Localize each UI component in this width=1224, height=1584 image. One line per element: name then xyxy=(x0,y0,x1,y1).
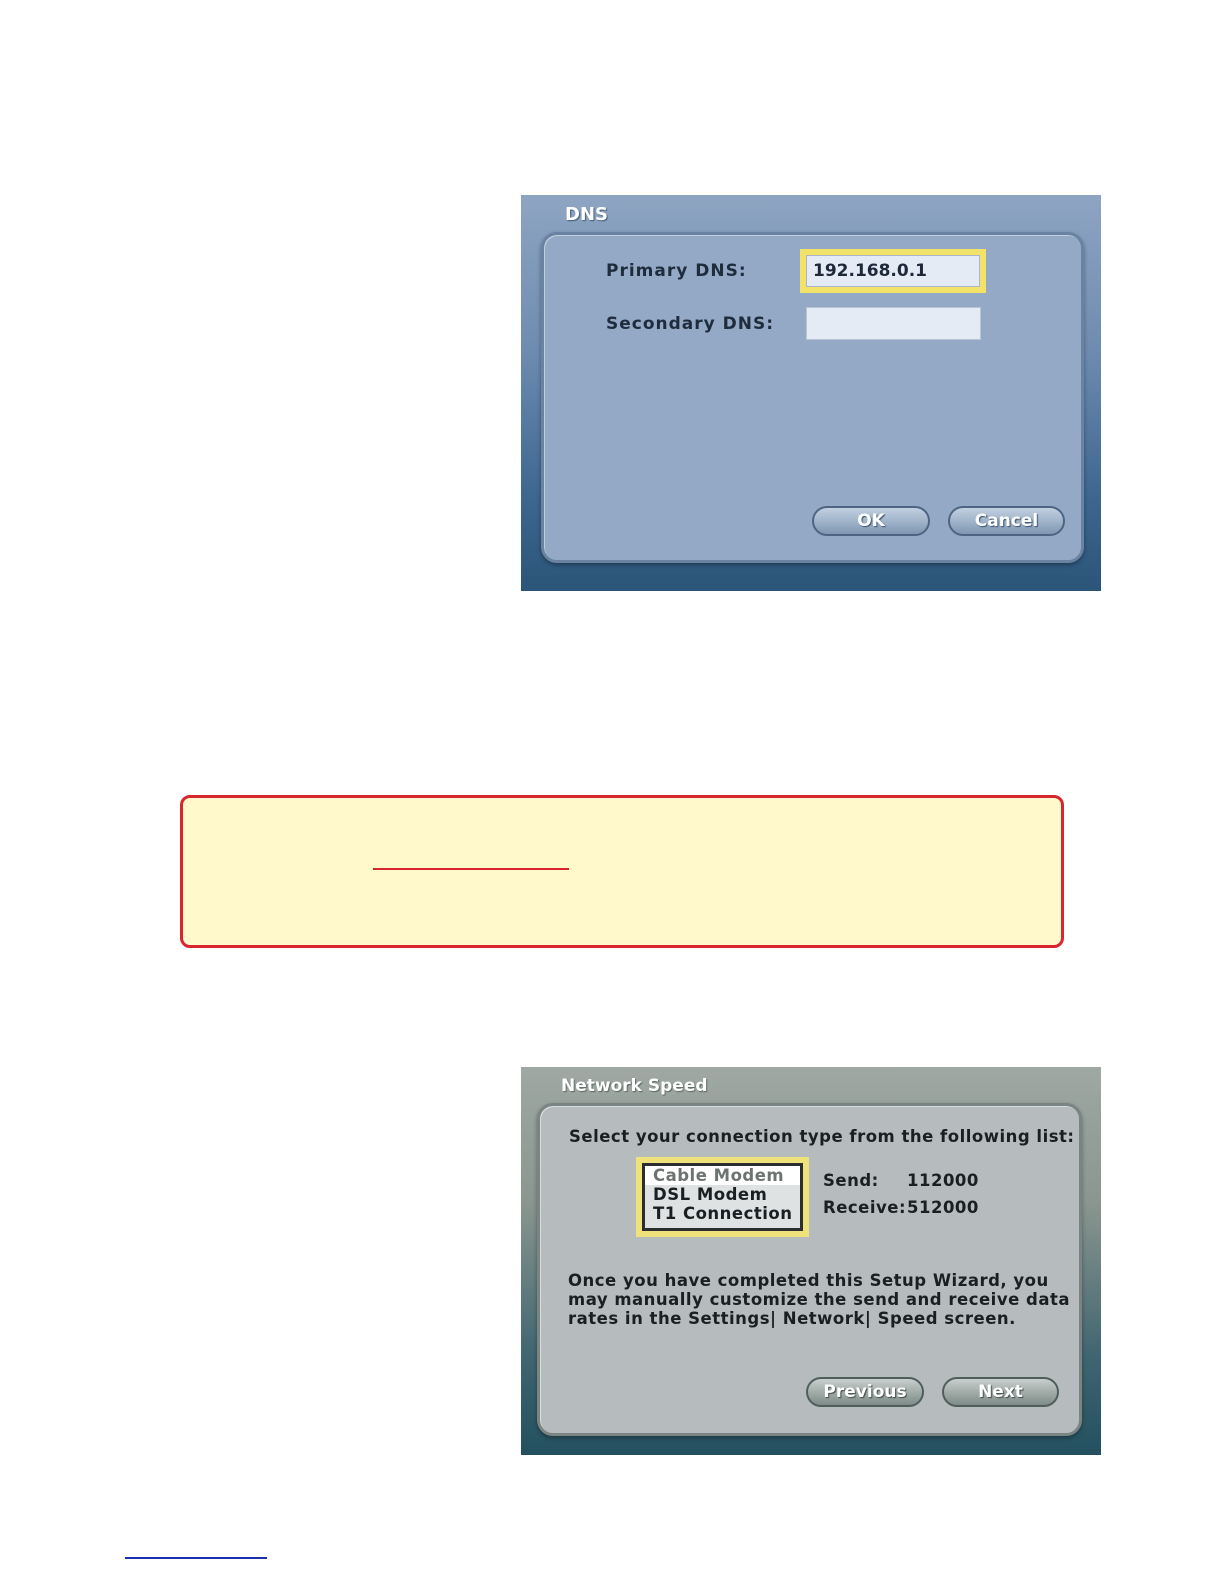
network-speed-title: Network Speed xyxy=(561,1076,708,1096)
connection-list-focus-ring: Cable Modem DSL Modem T1 Connection xyxy=(636,1157,809,1237)
previous-button[interactable]: Previous xyxy=(806,1377,924,1407)
secondary-dns-input[interactable] xyxy=(806,307,981,340)
note-underline xyxy=(373,868,569,870)
list-item-dsl-modem[interactable]: DSL Modem xyxy=(645,1185,800,1204)
network-speed-panel: Select your connection type from the fol… xyxy=(537,1103,1082,1436)
note-box xyxy=(180,795,1064,948)
primary-dns-label: Primary DNS: xyxy=(606,261,747,281)
info-text-line-1: Once you have completed this Setup Wizar… xyxy=(568,1271,1049,1290)
receive-label: Receive: xyxy=(823,1198,907,1217)
send-label: Send: xyxy=(823,1171,879,1190)
dns-dialog-panel: Primary DNS: 192.168.0.1 Secondary DNS: … xyxy=(541,232,1084,563)
footer-rule xyxy=(125,1557,267,1559)
dns-dialog: DNS Primary DNS: 192.168.0.1 Secondary D… xyxy=(521,195,1101,591)
secondary-dns-label: Secondary DNS: xyxy=(606,314,775,334)
receive-value: 512000 xyxy=(907,1198,979,1217)
cancel-button[interactable]: Cancel xyxy=(948,506,1065,536)
connection-instruction: Select your connection type from the fol… xyxy=(569,1127,1075,1146)
primary-dns-input[interactable]: 192.168.0.1 xyxy=(806,255,980,287)
primary-dns-focus-ring: 192.168.0.1 xyxy=(800,249,986,293)
dns-dialog-title: DNS xyxy=(565,204,608,225)
list-item-t1-connection[interactable]: T1 Connection xyxy=(645,1204,800,1223)
send-value: 112000 xyxy=(907,1171,979,1190)
network-speed-dialog: Network Speed Select your connection typ… xyxy=(521,1067,1101,1455)
ok-button[interactable]: OK xyxy=(812,506,930,536)
next-button[interactable]: Next xyxy=(942,1377,1059,1407)
list-item-cable-modem[interactable]: Cable Modem xyxy=(645,1166,800,1185)
connection-type-list[interactable]: Cable Modem DSL Modem T1 Connection xyxy=(642,1163,803,1231)
info-text-line-3: rates in the Settings| Network| Speed sc… xyxy=(568,1309,1016,1328)
info-text-line-2: may manually customize the send and rece… xyxy=(568,1290,1070,1309)
